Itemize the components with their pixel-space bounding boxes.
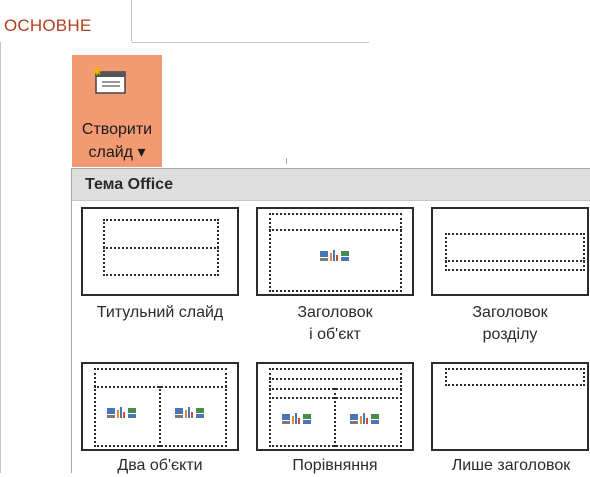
placeholder-divider bbox=[103, 247, 219, 249]
content-icons bbox=[282, 413, 311, 424]
tab-home[interactable]: ОСНОВНЕ bbox=[0, 0, 132, 42]
layout-thumbnail bbox=[256, 207, 414, 296]
layout-label-line2: і об'єкт bbox=[309, 326, 361, 343]
placeholder-divider bbox=[159, 386, 161, 447]
layout-label: Порівняння bbox=[292, 457, 378, 474]
layout-label: Титульний слайд bbox=[96, 304, 224, 321]
placeholder-box bbox=[445, 233, 585, 271]
window-left-edge bbox=[0, 0, 1, 473]
layout-label-line1: Заголовок bbox=[297, 304, 373, 321]
gallery-header: Тема Office bbox=[72, 169, 590, 201]
content-icons bbox=[350, 413, 379, 424]
layout-gallery: Тема Office Титульний слайд Заголовок і … bbox=[71, 168, 590, 474]
new-slide-dropdown-label: слайд ▾ bbox=[88, 144, 146, 161]
layout-label-line2: розділу bbox=[482, 326, 538, 343]
ribbon-tick bbox=[286, 158, 287, 164]
layout-thumbnail bbox=[81, 362, 239, 451]
new-slide-button[interactable]: Створити слайд ▾ bbox=[72, 55, 162, 167]
placeholder-box bbox=[445, 368, 585, 386]
content-icons bbox=[175, 407, 204, 418]
content-icons bbox=[320, 250, 349, 261]
layout-thumbnail bbox=[81, 207, 239, 296]
layout-label-line1: Заголовок bbox=[472, 304, 548, 321]
layout-thumbnail bbox=[431, 207, 589, 296]
layout-label: Два об'єкти bbox=[117, 457, 203, 474]
ribbon-divider bbox=[132, 42, 369, 43]
content-icons bbox=[107, 407, 136, 418]
gallery-title: Тема Office bbox=[85, 176, 173, 193]
layout-thumbnail bbox=[256, 362, 414, 451]
placeholder-divider bbox=[445, 260, 585, 262]
new-slide-label: Створити bbox=[81, 121, 153, 138]
placeholder-divider bbox=[269, 229, 402, 231]
new-slide-icon bbox=[93, 67, 126, 94]
placeholder-divider bbox=[334, 388, 336, 447]
placeholder-divider bbox=[269, 378, 402, 380]
layout-label: Лише заголовок bbox=[451, 457, 571, 474]
layout-thumbnail bbox=[431, 362, 589, 451]
tab-home-label: ОСНОВНЕ bbox=[4, 16, 92, 35]
